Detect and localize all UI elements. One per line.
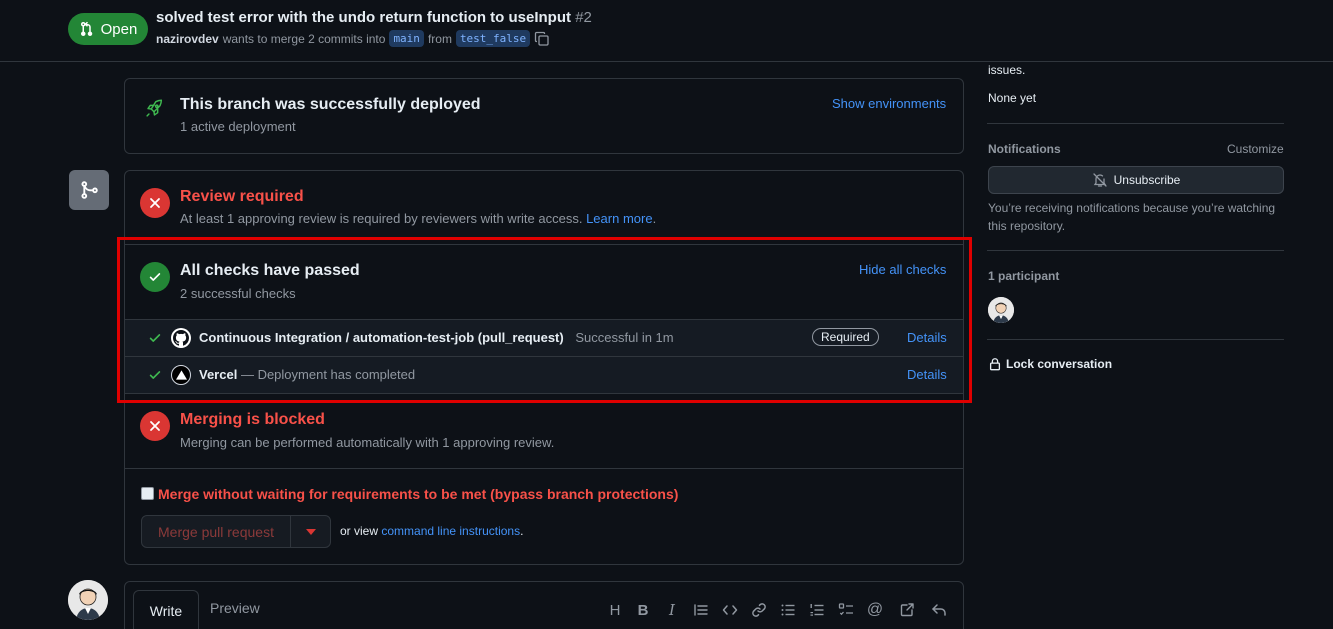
rocket-icon	[146, 99, 163, 117]
participants-heading: 1 participant	[988, 269, 1060, 283]
cli-instructions: or view command line instructions.	[340, 524, 523, 538]
divider	[987, 123, 1284, 124]
pr-author[interactable]: nazirovdev	[156, 32, 219, 46]
head-branch[interactable]: test_false	[455, 30, 531, 47]
code-icon[interactable]	[719, 600, 741, 620]
pr-state-badge: Open	[68, 13, 148, 45]
merge-blocked-circle	[140, 411, 170, 441]
mention-icon[interactable]: @	[864, 600, 886, 620]
pr-title-text: solved test error with the undo return f…	[156, 9, 572, 26]
link-icon[interactable]	[748, 600, 770, 620]
show-environments-link[interactable]: Show environments	[832, 96, 946, 111]
tab-preview[interactable]: Preview	[210, 600, 260, 616]
unsubscribe-button[interactable]: Unsubscribe	[988, 166, 1284, 194]
pr-number: #2	[575, 9, 592, 26]
or-view-text: or view	[340, 524, 379, 538]
highlight-annotation	[117, 237, 972, 403]
pr-subtitle: nazirovdev wants to merge 2 commits into…	[156, 30, 550, 47]
participant-avatar[interactable]	[988, 297, 1014, 323]
merge-blocked-title: Merging is blocked	[180, 411, 325, 428]
ordered-list-icon[interactable]	[806, 600, 828, 620]
bell-slash-icon	[1092, 173, 1107, 187]
base-branch[interactable]: main	[389, 30, 424, 47]
review-status-circle	[140, 188, 170, 218]
italic-icon[interactable]: I	[661, 600, 683, 620]
task-list-icon[interactable]	[835, 600, 857, 620]
review-description: At least 1 approving review is required …	[180, 211, 656, 226]
divider	[987, 339, 1284, 340]
sidebar-issues-text: issues.	[988, 63, 1026, 77]
bypass-label[interactable]: Merge without waiting for requirements t…	[158, 486, 678, 502]
git-merge-icon	[81, 181, 98, 199]
lock-icon	[989, 358, 1001, 371]
pr-state-label: Open	[100, 20, 138, 38]
learn-more-link[interactable]: Learn more	[586, 211, 652, 226]
review-description-text: At least 1 approving review is required …	[180, 211, 583, 226]
divider	[987, 250, 1284, 251]
git-pull-request-icon	[80, 21, 92, 37]
heading-icon[interactable]: H	[604, 600, 626, 620]
from-text: from	[427, 31, 452, 46]
pr-title: solved test error with the undo return f…	[156, 9, 592, 26]
review-title: Review required	[180, 188, 304, 205]
unordered-list-icon[interactable]	[777, 600, 799, 620]
deployment-subtitle: 1 active deployment	[180, 119, 296, 134]
merge-pull-request-button[interactable]: Merge pull request	[141, 515, 291, 548]
tab-write[interactable]: Write	[133, 590, 199, 629]
lock-conversation-label: Lock conversation	[1006, 357, 1113, 371]
milestone-value: None yet	[988, 91, 1037, 105]
deployment-box	[124, 78, 964, 154]
notifications-heading: Notifications	[988, 142, 1061, 156]
avatar[interactable]	[68, 580, 108, 620]
notification-reason: You’re receiving notifications because y…	[988, 201, 1276, 233]
x-icon	[150, 421, 160, 431]
merge-status-icon-box	[69, 170, 109, 210]
unsubscribe-label: Unsubscribe	[1113, 173, 1181, 187]
bold-icon[interactable]: B	[632, 600, 654, 620]
merge-text: wants to merge 2 commits into	[222, 31, 386, 46]
customize-link[interactable]: Customize	[1227, 142, 1284, 156]
lock-conversation-link[interactable]: Lock conversation	[988, 357, 1112, 371]
quote-icon[interactable]	[690, 600, 712, 620]
merge-blocked-description: Merging can be performed automatically w…	[180, 435, 555, 450]
triangle-down-icon	[305, 528, 316, 535]
x-icon	[150, 198, 160, 208]
deployment-title: This branch was successfully deployed	[180, 96, 481, 113]
divider	[125, 468, 963, 469]
cli-period: .	[520, 524, 524, 538]
cli-link[interactable]: command line instructions	[381, 524, 520, 538]
reply-icon[interactable]	[928, 600, 950, 620]
bypass-checkbox[interactable]	[141, 487, 154, 500]
merge-options-dropdown[interactable]	[290, 515, 331, 548]
copy-icon[interactable]	[534, 31, 550, 47]
cross-reference-icon[interactable]	[896, 600, 918, 620]
review-period: .	[652, 211, 657, 226]
